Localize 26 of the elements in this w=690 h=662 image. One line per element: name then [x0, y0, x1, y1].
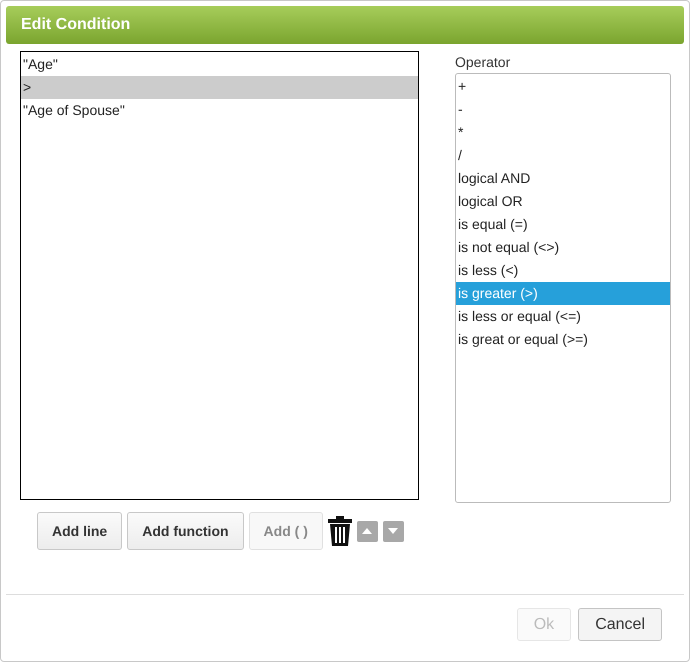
down-arrow-icon — [388, 528, 398, 534]
move-up-button[interactable] — [356, 520, 378, 542]
operator-item[interactable]: is less (<) — [456, 259, 670, 282]
operator-item[interactable]: / — [456, 144, 670, 167]
operator-item[interactable]: is less or equal (<=) — [456, 305, 670, 328]
trash-icon[interactable] — [328, 516, 352, 546]
operator-item[interactable]: + — [456, 75, 670, 98]
dialog-title: Edit Condition — [6, 6, 684, 44]
operator-list[interactable]: + - * / logical AND logical OR is equal (=) is not equal (<>) is less (<) is greater (>) is less or equal (<=) is great or equal (>=) — [455, 73, 671, 503]
operator-item[interactable]: is great or equal (>=) — [456, 328, 670, 351]
tool-button[interactable]: Add function — [127, 512, 244, 550]
expression-item[interactable]: > — [21, 76, 418, 99]
operator-item[interactable]: is equal (=) — [456, 213, 670, 236]
operator-label: Operator — [455, 54, 512, 72]
expression-list[interactable]: "Age" > "Age of Spouse" — [20, 51, 419, 500]
operator-item[interactable]: is not equal (<>) — [456, 236, 670, 259]
tool-button[interactable]: Add line — [37, 512, 122, 550]
operator-item[interactable]: * — [456, 121, 670, 144]
expression-item[interactable]: "Age of Spouse" — [21, 99, 418, 122]
up-arrow-icon — [362, 528, 372, 534]
operator-item[interactable]: logical AND — [456, 167, 670, 190]
operator-item[interactable]: - — [456, 98, 670, 121]
dialog-button[interactable]: Cancel — [578, 608, 662, 641]
move-down-button[interactable] — [382, 520, 404, 542]
operator-item[interactable]: logical OR — [456, 190, 670, 213]
expression-item[interactable]: "Age" — [21, 53, 418, 76]
